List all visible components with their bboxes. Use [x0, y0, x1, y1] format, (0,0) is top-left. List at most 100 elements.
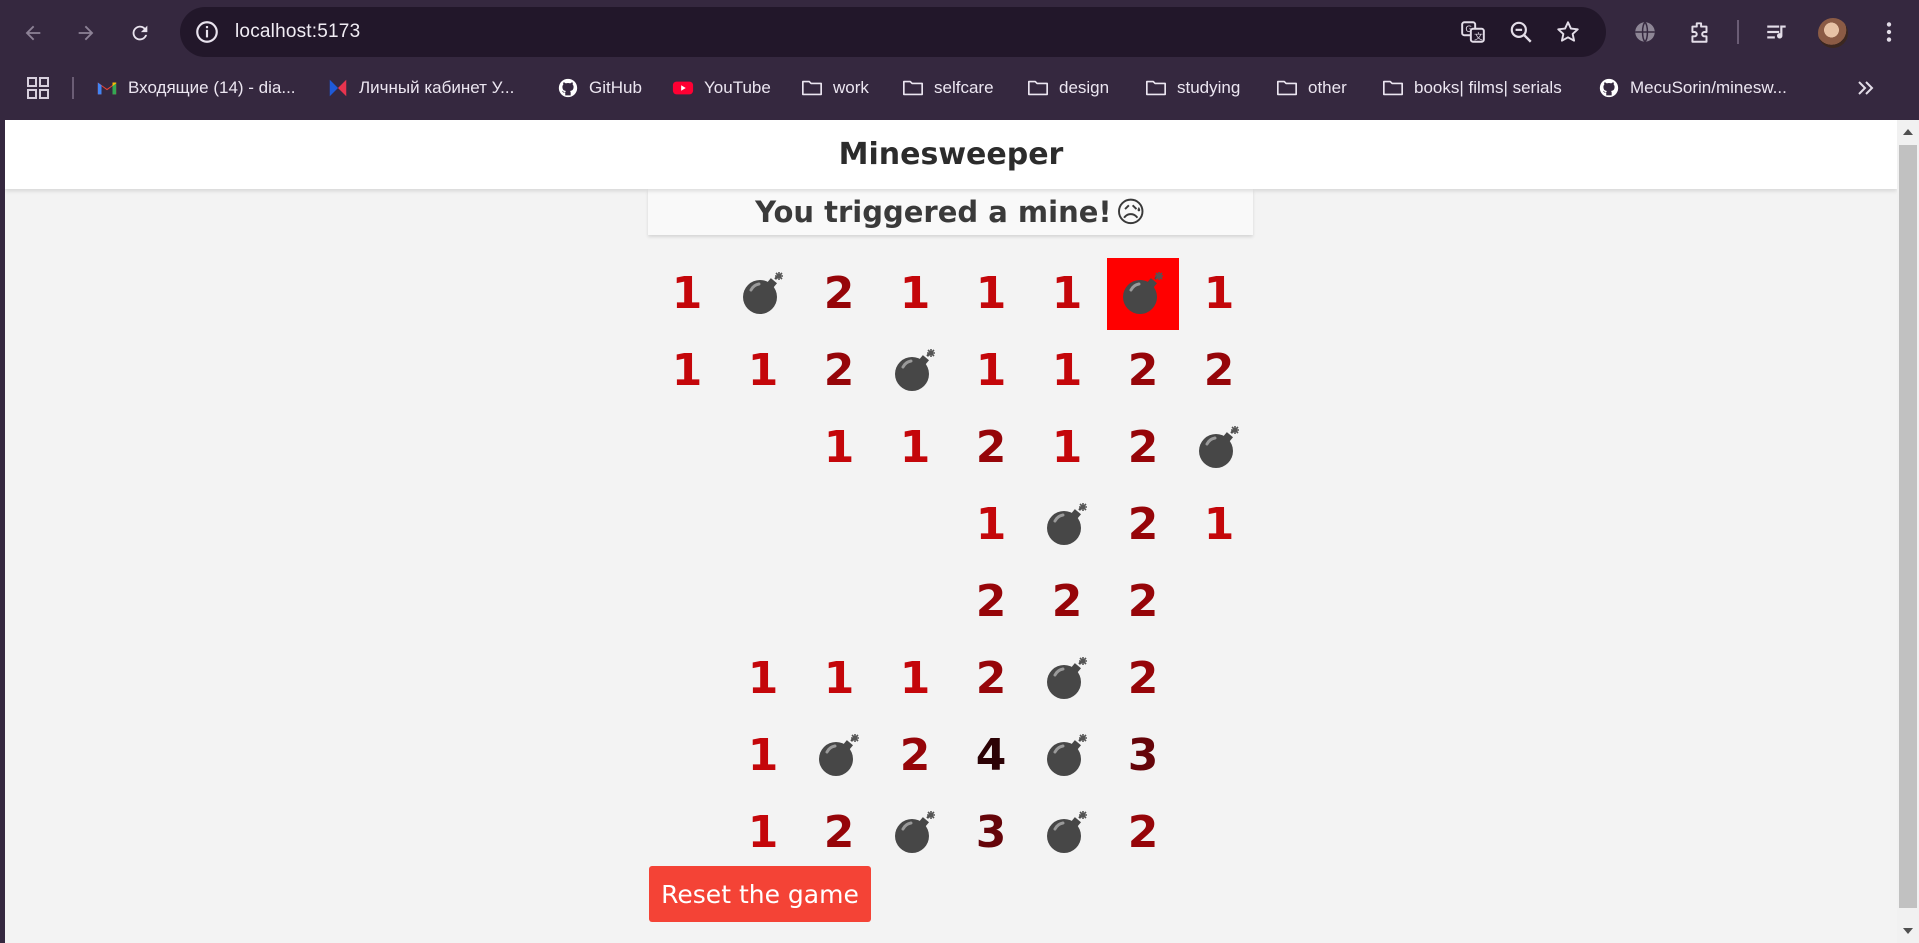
- mine-cell[interactable]: [1029, 794, 1105, 871]
- number-cell[interactable]: 2: [1181, 332, 1257, 409]
- bookmark-folder-studying[interactable]: studying: [1145, 74, 1240, 102]
- bomb-icon: [1043, 732, 1091, 780]
- scrollbar-thumb[interactable]: [1899, 145, 1917, 908]
- number-cell[interactable]: 1: [877, 640, 953, 717]
- number-cell[interactable]: 1: [725, 717, 801, 794]
- number-cell[interactable]: 1: [1181, 486, 1257, 563]
- number-cell[interactable]: 3: [1105, 717, 1181, 794]
- number-cell[interactable]: 2: [1105, 332, 1181, 409]
- extensions-icon[interactable]: [1685, 17, 1715, 47]
- number-cell[interactable]: 2: [1105, 563, 1181, 640]
- forward-button[interactable]: [66, 13, 106, 53]
- empty-cell[interactable]: [649, 794, 725, 871]
- empty-cell[interactable]: [1181, 640, 1257, 717]
- number-cell[interactable]: 2: [1105, 409, 1181, 486]
- url-text[interactable]: localhost:5173: [235, 21, 360, 43]
- number-cell[interactable]: 1: [649, 332, 725, 409]
- number-cell[interactable]: 1: [801, 640, 877, 717]
- bookmark-folder-design[interactable]: design: [1027, 74, 1109, 102]
- empty-cell[interactable]: [649, 640, 725, 717]
- empty-cell[interactable]: [725, 486, 801, 563]
- number-cell[interactable]: 1: [649, 255, 725, 332]
- bookmark-folder-other[interactable]: other: [1276, 74, 1347, 102]
- mine-cell[interactable]: [801, 717, 877, 794]
- translate-icon[interactable]: G文: [1460, 19, 1486, 45]
- cell-count: 1: [1203, 499, 1235, 550]
- bookmark-minesweeper-repo[interactable]: MecuSorin/minesw...: [1598, 74, 1787, 102]
- number-cell[interactable]: 2: [953, 563, 1029, 640]
- mine-cell[interactable]: [1029, 640, 1105, 717]
- number-cell[interactable]: 2: [801, 255, 877, 332]
- number-cell[interactable]: 1: [877, 255, 953, 332]
- number-cell[interactable]: 2: [1105, 640, 1181, 717]
- number-cell[interactable]: 1: [725, 332, 801, 409]
- scroll-up-icon[interactable]: [1902, 126, 1914, 138]
- bookmark-cabinet[interactable]: Личный кабинет У...: [327, 74, 514, 102]
- empty-cell[interactable]: [649, 563, 725, 640]
- empty-cell[interactable]: [877, 486, 953, 563]
- number-cell[interactable]: 2: [1105, 486, 1181, 563]
- empty-cell[interactable]: [649, 717, 725, 794]
- mine-cell[interactable]: [725, 255, 801, 332]
- reload-button[interactable]: [120, 13, 160, 53]
- mine-cell[interactable]: [1181, 409, 1257, 486]
- number-cell[interactable]: 1: [1181, 255, 1257, 332]
- empty-cell[interactable]: [801, 486, 877, 563]
- number-cell[interactable]: 1: [801, 409, 877, 486]
- vpn-globe-icon[interactable]: [1630, 17, 1660, 47]
- media-queue-icon[interactable]: [1762, 17, 1792, 47]
- number-cell[interactable]: 1: [725, 794, 801, 871]
- mine-cell[interactable]: [877, 332, 953, 409]
- back-button[interactable]: [13, 13, 53, 53]
- info-icon[interactable]: [194, 19, 220, 45]
- number-cell[interactable]: 1: [953, 332, 1029, 409]
- bookmark-github[interactable]: GitHub: [557, 74, 642, 102]
- empty-cell[interactable]: [725, 409, 801, 486]
- number-cell[interactable]: 1: [953, 486, 1029, 563]
- browser-toolbar: localhost:5173 G文: [0, 0, 1919, 66]
- empty-cell[interactable]: [1181, 794, 1257, 871]
- mine-cell[interactable]: [877, 794, 953, 871]
- number-cell[interactable]: 1: [953, 255, 1029, 332]
- empty-cell[interactable]: [1181, 717, 1257, 794]
- empty-cell[interactable]: [801, 563, 877, 640]
- scroll-down-icon[interactable]: [1902, 925, 1914, 937]
- address-bar[interactable]: localhost:5173 G文: [180, 7, 1606, 57]
- bookmark-folder-books[interactable]: books| films| serials: [1382, 74, 1562, 102]
- bookmark-folder-selfcare[interactable]: selfcare: [902, 74, 994, 102]
- mine-cell[interactable]: [1029, 486, 1105, 563]
- triggered-mine-cell[interactable]: [1105, 255, 1181, 332]
- number-cell[interactable]: 1: [725, 640, 801, 717]
- empty-cell[interactable]: [1181, 563, 1257, 640]
- bookmark-youtube[interactable]: YouTube: [672, 74, 771, 102]
- bookmark-folder-work[interactable]: work: [801, 74, 869, 102]
- number-cell[interactable]: 2: [953, 640, 1029, 717]
- number-cell[interactable]: 2: [1029, 563, 1105, 640]
- empty-cell[interactable]: [649, 409, 725, 486]
- chevron-double-right-icon[interactable]: [1854, 76, 1878, 100]
- empty-cell[interactable]: [725, 563, 801, 640]
- number-cell[interactable]: 2: [1105, 794, 1181, 871]
- profile-avatar[interactable]: [1818, 18, 1848, 48]
- number-cell[interactable]: 3: [953, 794, 1029, 871]
- number-cell[interactable]: 1: [1029, 409, 1105, 486]
- number-cell[interactable]: 1: [1029, 255, 1105, 332]
- number-cell[interactable]: 2: [801, 332, 877, 409]
- empty-cell[interactable]: [649, 486, 725, 563]
- bookmark-gmail[interactable]: Входящие (14) - dia...: [96, 74, 296, 102]
- number-cell[interactable]: 1: [877, 409, 953, 486]
- number-cell[interactable]: 4: [953, 717, 1029, 794]
- number-cell[interactable]: 1: [1029, 332, 1105, 409]
- mine-cell[interactable]: [1029, 717, 1105, 794]
- toolbar-divider: [1737, 20, 1739, 44]
- number-cell[interactable]: 2: [801, 794, 877, 871]
- cell-count: 1: [671, 345, 703, 396]
- zoom-icon[interactable]: [1508, 19, 1534, 45]
- empty-cell[interactable]: [877, 563, 953, 640]
- star-icon[interactable]: [1555, 19, 1581, 45]
- number-cell[interactable]: 2: [877, 717, 953, 794]
- reset-button[interactable]: Reset the game: [649, 866, 871, 922]
- menu-dots-icon[interactable]: [1874, 17, 1904, 47]
- bomb-icon: [739, 270, 787, 318]
- number-cell[interactable]: 2: [953, 409, 1029, 486]
